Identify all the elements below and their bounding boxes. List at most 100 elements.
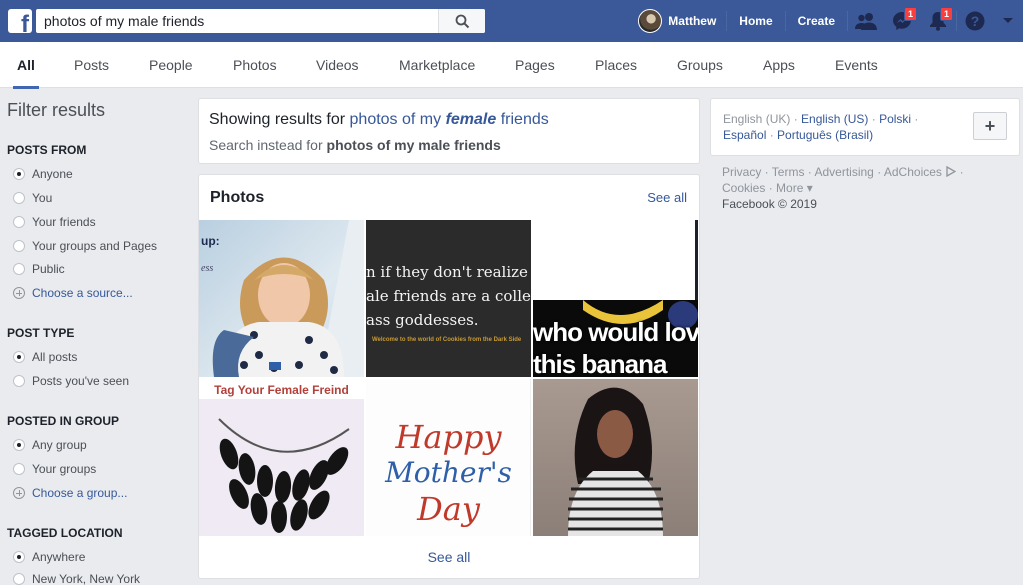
language-link[interactable]: Polski (879, 112, 911, 126)
svg-text:?: ? (971, 13, 980, 29)
option-label: Posts you've seen (32, 374, 130, 388)
quote-line: ale friends are a collection (366, 287, 531, 305)
filter-option[interactable]: Any group (13, 437, 87, 453)
avatar (638, 9, 663, 33)
friend-requests-button[interactable] (848, 0, 884, 42)
account-menu-button[interactable] (993, 0, 1023, 42)
caret-down-icon: ▾ (803, 181, 813, 195)
footer-link-cookies[interactable]: Cookies (722, 181, 765, 195)
query-part: friends (496, 111, 549, 128)
greeting-line: Day (417, 490, 480, 528)
tab-groups[interactable]: Groups (677, 42, 723, 88)
choose-source-link[interactable]: Choose a source... (13, 285, 133, 301)
footer-link-terms[interactable]: Terms (772, 165, 805, 179)
adchoices-icon (946, 165, 957, 178)
choose-group-link[interactable]: Choose a group... (13, 485, 127, 501)
option-label: You (32, 191, 53, 205)
filter-option[interactable]: All posts (13, 349, 77, 365)
footer-link-adchoices[interactable]: AdChoices (884, 165, 942, 179)
search-button[interactable] (438, 9, 485, 33)
option-label: Choose a group... (32, 486, 128, 500)
search-icon (455, 14, 469, 28)
photo-thumbnail[interactable]: Tag Your Female Freind (199, 379, 364, 536)
original-query-link[interactable]: photos of my male friends (327, 137, 501, 153)
language-link[interactable]: Español (723, 128, 766, 142)
footer-link-privacy[interactable]: Privacy (722, 165, 761, 179)
tab-videos[interactable]: Videos (316, 42, 359, 88)
help-button[interactable]: ? (957, 0, 993, 42)
tab-marketplace[interactable]: Marketplace (399, 42, 475, 88)
tab-posts[interactable]: Posts (74, 42, 109, 88)
greeting-line: Happy (395, 418, 502, 456)
facebook-logo-letter: f (21, 11, 29, 34)
filter-option[interactable]: Your groups (13, 461, 96, 477)
footer-link-advertising[interactable]: Advertising (814, 165, 873, 179)
radio[interactable] (13, 263, 25, 275)
filter-option[interactable]: Anyone (13, 166, 73, 182)
home-link[interactable]: Home (727, 11, 784, 31)
filter-option[interactable]: Your groups and Pages (13, 238, 157, 254)
showing-prefix: Showing results for (209, 111, 350, 128)
radio-selected[interactable] (13, 439, 25, 451)
query-part: photos of my (349, 111, 446, 128)
notifications-button[interactable]: 1 (920, 0, 956, 42)
more-languages-button[interactable]: + (973, 112, 1007, 140)
filter-option[interactable]: Public (13, 261, 65, 277)
photo-thumbnail[interactable]: Happy Mother's Day (366, 379, 531, 536)
tab-apps[interactable]: Apps (763, 42, 795, 88)
create-link[interactable]: Create (786, 11, 847, 31)
radio-selected[interactable] (13, 351, 25, 363)
see-all-link-bottom[interactable]: See all (199, 549, 699, 565)
filter-option[interactable]: Anywhere (13, 549, 85, 565)
see-all-link-top[interactable]: See all (647, 190, 687, 205)
filter-option[interactable]: Your friends (13, 214, 96, 230)
tab-places[interactable]: Places (595, 42, 637, 88)
photo-thumbnail[interactable]: n if they don't realize it, ale friends … (366, 220, 531, 377)
showing-results-line: Showing results for photos of my female … (209, 111, 549, 129)
radio-selected[interactable] (13, 168, 25, 180)
radio[interactable] (13, 216, 25, 228)
tab-all[interactable]: All (13, 42, 39, 89)
radio[interactable] (13, 463, 25, 475)
messages-button[interactable]: 1 (884, 0, 920, 42)
option-label: Choose a source... (32, 286, 133, 300)
corrected-query-link[interactable]: photos of my female friends (350, 111, 549, 128)
filter-section-posted-in-group: POSTED IN GROUP (7, 414, 120, 428)
spelling-correction-card: Showing results for photos of my female … (198, 98, 700, 164)
profile-link[interactable]: Matthew (630, 0, 726, 42)
filter-option[interactable]: Posts you've seen (13, 373, 129, 389)
quote-line: n if they don't realize it, (366, 263, 531, 281)
photo-woman-striped (568, 387, 663, 536)
filter-option[interactable]: You (13, 190, 52, 206)
photo-thumbnail[interactable]: who would love this banana (533, 220, 698, 377)
tab-events[interactable]: Events (835, 42, 878, 88)
option-label: Public (32, 262, 65, 276)
option-label: Any group (32, 438, 87, 452)
meme-line: this banana (533, 349, 667, 377)
tab-pages[interactable]: Pages (515, 42, 555, 88)
filter-option[interactable]: New York, New York (13, 571, 140, 585)
language-link[interactable]: Português (Brasil) (777, 128, 873, 142)
radio[interactable] (13, 573, 25, 585)
necklace-image (218, 418, 350, 533)
footer-link-more[interactable]: More (776, 181, 803, 195)
option-label: Your groups (32, 462, 97, 476)
photo-thumbnail[interactable] (533, 379, 698, 536)
option-label: Your groups and Pages (32, 239, 157, 253)
current-language: English (UK) (723, 112, 791, 126)
radio-selected[interactable] (13, 551, 25, 563)
photos-section-title: Photos (210, 189, 265, 206)
facebook-logo[interactable]: f (8, 9, 32, 33)
language-link[interactable]: English (US) (801, 112, 868, 126)
tab-photos[interactable]: Photos (233, 42, 277, 88)
photo-caption: up: (201, 234, 220, 248)
tab-people[interactable]: People (149, 42, 193, 88)
language-line: Español · Português (Brasil) (723, 128, 874, 142)
radio[interactable] (13, 375, 25, 387)
option-label: Anyone (32, 167, 73, 181)
search-input[interactable] (36, 9, 438, 33)
photo-thumbnail[interactable]: up: ess (199, 220, 364, 377)
add-circle-icon (13, 287, 25, 299)
radio[interactable] (13, 192, 25, 204)
radio[interactable] (13, 240, 25, 252)
